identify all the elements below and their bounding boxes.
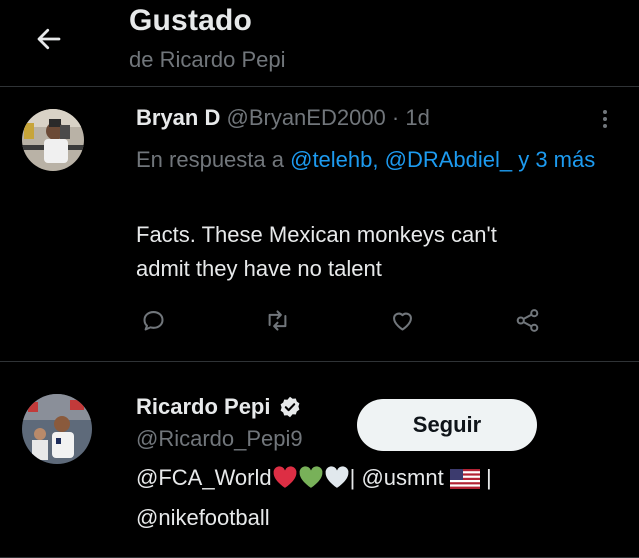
heart-icon: [392, 312, 412, 331]
page-title: Gustado: [129, 4, 253, 37]
arrow-left-icon: [37, 28, 61, 50]
bio-mention-usmnt[interactable]: @usmnt: [361, 465, 443, 490]
share-icon: [516, 308, 538, 332]
page-header: Gustado de Ricardo Pepi: [0, 0, 639, 86]
more-vertical-icon: [595, 110, 615, 128]
reply-icon: [142, 310, 164, 331]
reply-prefix: En respuesta a: [136, 147, 284, 172]
author-handle[interactable]: @BryanED2000: [226, 105, 385, 130]
tweet-header: Bryan D @BryanED2000 · 1d: [136, 105, 430, 131]
user-handle[interactable]: @Ricardo_Pepi9: [136, 426, 303, 452]
us-flag-icon: [449, 464, 480, 500]
tweet-actions: [136, 303, 556, 337]
retweet-button[interactable]: [260, 303, 294, 337]
bio-separator: |: [485, 465, 492, 490]
tweet-text-line: Facts. These Mexican monkeys can't: [136, 222, 497, 247]
tweet-text: Facts. These Mexican monkeys can't admit…: [136, 218, 616, 286]
avatar[interactable]: [22, 109, 84, 171]
bio-mention-nike[interactable]: @nikefootball: [136, 505, 270, 530]
page-subtitle: de Ricardo Pepi: [129, 47, 286, 72]
retweet-icon: [268, 309, 286, 331]
bio-line: @FCA_World | @usmnt |: [136, 460, 616, 500]
white-heart-icon: [324, 464, 350, 500]
red-heart-icon: [272, 464, 298, 500]
separator-dot: ·: [391, 105, 400, 130]
user-cell[interactable]: Ricardo Pepi @Ricardo_Pepi9 Seguir @FCA_…: [0, 362, 639, 558]
tweet-card[interactable]: Bryan D @BryanED2000 · 1d En respuesta a…: [0, 87, 639, 361]
author-name[interactable]: Bryan D: [136, 105, 220, 130]
user-bio: @FCA_World | @usmnt | @nikefootball: [136, 460, 616, 536]
tweet-text-line: admit they have no talent: [136, 256, 382, 281]
reply-button[interactable]: [136, 303, 170, 337]
follow-button[interactable]: Seguir: [357, 399, 537, 451]
tweet-timestamp[interactable]: 1d: [405, 105, 429, 130]
back-button[interactable]: [26, 16, 72, 62]
green-heart-icon: [298, 464, 324, 500]
bio-mention-fca[interactable]: @FCA_World: [136, 465, 272, 490]
more-options-button[interactable]: [595, 107, 615, 133]
liked-tweets-page: Gustado de Ricardo Pepi Bryan D @BryanED…: [0, 0, 639, 558]
like-button[interactable]: [385, 303, 419, 337]
bio-separator: |: [349, 465, 356, 490]
share-button[interactable]: [510, 303, 544, 337]
reply-mentions-link[interactable]: @telehb, @DRAbdiel_ y 3 más: [290, 147, 595, 172]
reply-context: En respuesta a @telehb, @DRAbdiel_ y 3 m…: [136, 143, 626, 176]
bio-line: @nikefootball: [136, 500, 616, 536]
user-name-row: Ricardo Pepi: [136, 394, 302, 420]
user-display-name[interactable]: Ricardo Pepi: [136, 394, 270, 420]
avatar[interactable]: [22, 394, 92, 464]
verified-badge-icon: [281, 396, 300, 418]
